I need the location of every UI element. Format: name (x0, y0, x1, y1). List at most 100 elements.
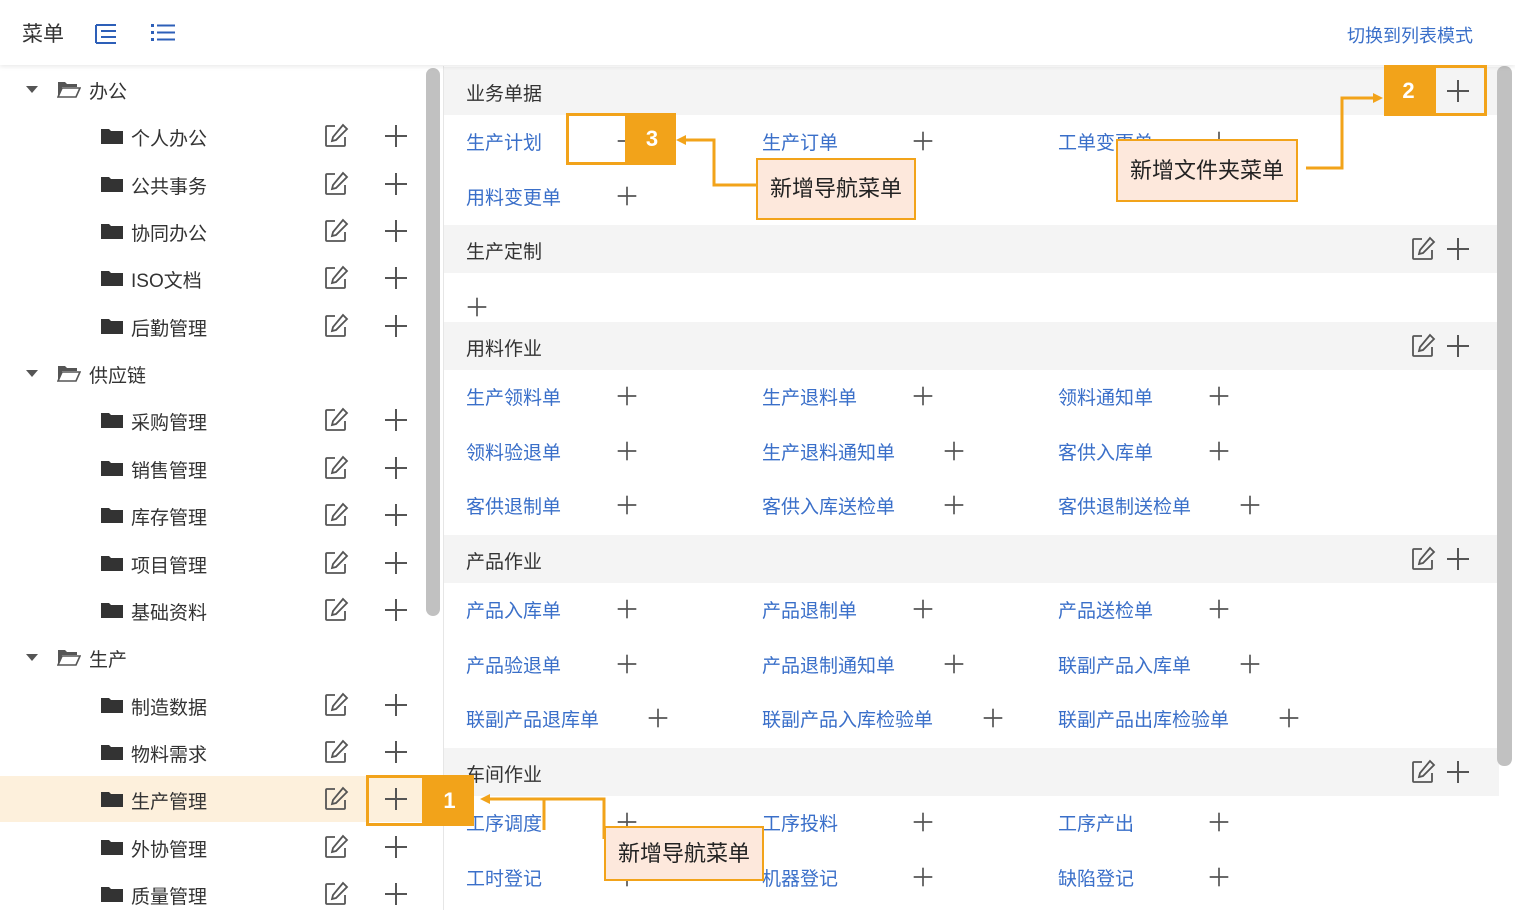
sidebar-item[interactable]: 个人办公 (0, 113, 425, 159)
edit-icon[interactable] (323, 313, 349, 339)
sidebar-item[interactable]: 库存管理 (0, 492, 425, 538)
nav-menu-link[interactable]: 联副产品退库单 (466, 705, 599, 732)
sidebar-group-0[interactable]: 办公 (0, 66, 425, 112)
caret-down-icon[interactable] (26, 654, 38, 661)
edit-icon[interactable] (323, 692, 349, 718)
edit-icon[interactable] (1410, 333, 1436, 359)
nav-menu-link[interactable]: 缺陷登记 (1058, 864, 1134, 891)
edit-icon[interactable] (323, 786, 349, 812)
add-nav-icon[interactable] (616, 598, 638, 620)
nav-menu-link[interactable]: 领料验退单 (466, 438, 561, 465)
nav-menu-link[interactable]: 生产订单 (762, 128, 838, 155)
nav-menu-link[interactable]: 用料变更单 (466, 183, 561, 210)
add-icon[interactable] (383, 597, 409, 623)
edit-icon[interactable] (323, 834, 349, 860)
add-nav-icon[interactable] (1208, 598, 1230, 620)
add-nav-icon[interactable] (616, 185, 638, 207)
add-nav-icon[interactable] (912, 130, 934, 152)
nav-menu-link[interactable]: 生产退料单 (762, 383, 857, 410)
add-icon[interactable] (383, 502, 409, 528)
add-icon[interactable] (383, 739, 409, 765)
edit-icon[interactable] (323, 550, 349, 576)
nav-menu-link[interactable]: 客供入库送检单 (762, 492, 895, 519)
sidebar-group-1[interactable]: 供应链 (0, 350, 425, 396)
add-nav-icon[interactable] (616, 440, 638, 462)
nav-menu-link[interactable]: 产品退制单 (762, 596, 857, 623)
nav-menu-link[interactable]: 工序产出 (1058, 809, 1134, 836)
sidebar-item[interactable]: 公共事务 (0, 161, 425, 207)
sidebar-item[interactable]: 质量管理 (0, 871, 425, 910)
caret-down-icon[interactable] (26, 370, 38, 377)
caret-down-icon[interactable] (26, 86, 38, 93)
add-icon[interactable] (383, 265, 409, 291)
sidebar-scrollbar[interactable] (426, 68, 440, 616)
add-nav-icon[interactable] (912, 866, 934, 888)
edit-icon[interactable] (323, 407, 349, 433)
add-nav-icon[interactable] (943, 494, 965, 516)
sidebar-item[interactable]: 销售管理 (0, 445, 425, 491)
add-folder-icon[interactable] (1445, 333, 1471, 359)
nav-menu-link[interactable]: 客供退制单 (466, 492, 561, 519)
edit-icon[interactable] (323, 265, 349, 291)
add-folder-icon[interactable] (1445, 759, 1471, 785)
sidebar-group-2[interactable]: 生产 (0, 634, 425, 680)
edit-icon[interactable] (323, 123, 349, 149)
add-nav-icon[interactable] (912, 598, 934, 620)
sidebar-item[interactable]: 后勤管理 (0, 303, 425, 349)
nav-menu-link[interactable]: 产品入库单 (466, 596, 561, 623)
sidebar-item[interactable]: 外协管理 (0, 824, 425, 870)
add-nav-icon[interactable] (1239, 653, 1261, 675)
nav-menu-link[interactable]: 机器登记 (762, 864, 838, 891)
add-icon[interactable] (383, 692, 409, 718)
add-nav-icon[interactable] (1208, 866, 1230, 888)
add-nav-icon[interactable] (912, 385, 934, 407)
add-icon[interactable] (383, 218, 409, 244)
edit-icon[interactable] (323, 881, 349, 907)
nav-menu-link[interactable]: 工序投料 (762, 809, 838, 836)
sidebar-item[interactable]: 采购管理 (0, 397, 425, 443)
main-scrollbar[interactable] (1497, 66, 1512, 766)
nav-menu-link[interactable]: 工序调度 (466, 809, 542, 836)
nav-menu-link[interactable]: 联副产品入库单 (1058, 651, 1191, 678)
add-nav-icon[interactable] (943, 440, 965, 462)
edit-icon[interactable] (323, 597, 349, 623)
add-folder-icon[interactable] (1445, 236, 1471, 262)
add-nav-icon[interactable] (943, 653, 965, 675)
add-nav-icon[interactable] (1208, 811, 1230, 833)
edit-icon[interactable] (1410, 236, 1436, 262)
add-folder-icon[interactable] (1445, 546, 1471, 572)
add-nav-icon[interactable] (1208, 440, 1230, 462)
edit-icon[interactable] (1410, 546, 1436, 572)
add-nav-icon[interactable] (616, 385, 638, 407)
sidebar-item[interactable]: 基础资料 (0, 587, 425, 633)
edit-icon[interactable] (323, 502, 349, 528)
add-icon[interactable] (383, 550, 409, 576)
nav-menu-link[interactable]: 领料通知单 (1058, 383, 1153, 410)
nav-menu-link[interactable]: 生产退料通知单 (762, 438, 895, 465)
add-nav-icon[interactable] (466, 296, 488, 318)
edit-icon[interactable] (323, 455, 349, 481)
switch-to-list-link[interactable]: 切换到列表模式 (1347, 22, 1473, 48)
add-nav-icon[interactable] (1239, 494, 1261, 516)
add-nav-icon[interactable] (1278, 707, 1300, 729)
nav-menu-link[interactable]: 产品验退单 (466, 651, 561, 678)
add-icon[interactable] (383, 407, 409, 433)
add-nav-icon[interactable] (616, 653, 638, 675)
add-nav-icon[interactable] (912, 811, 934, 833)
nav-menu-link[interactable]: 工时登记 (466, 864, 542, 891)
nav-menu-link[interactable]: 生产计划 (466, 128, 542, 155)
edit-icon[interactable] (323, 171, 349, 197)
edit-icon[interactable] (323, 739, 349, 765)
edit-icon[interactable] (323, 218, 349, 244)
add-nav-icon[interactable] (982, 707, 1004, 729)
nav-menu-link[interactable]: 产品送检单 (1058, 596, 1153, 623)
nav-menu-link[interactable]: 产品退制通知单 (762, 651, 895, 678)
add-icon[interactable] (383, 455, 409, 481)
add-icon[interactable] (383, 313, 409, 339)
sidebar-item[interactable]: 项目管理 (0, 540, 425, 586)
nav-menu-link[interactable]: 客供退制送检单 (1058, 492, 1191, 519)
nav-menu-link[interactable]: 生产领料单 (466, 383, 561, 410)
expand-tree-icon[interactable] (94, 22, 118, 44)
sidebar-item[interactable]: 物料需求 (0, 729, 425, 775)
nav-menu-link[interactable]: 联副产品入库检验单 (762, 705, 933, 732)
